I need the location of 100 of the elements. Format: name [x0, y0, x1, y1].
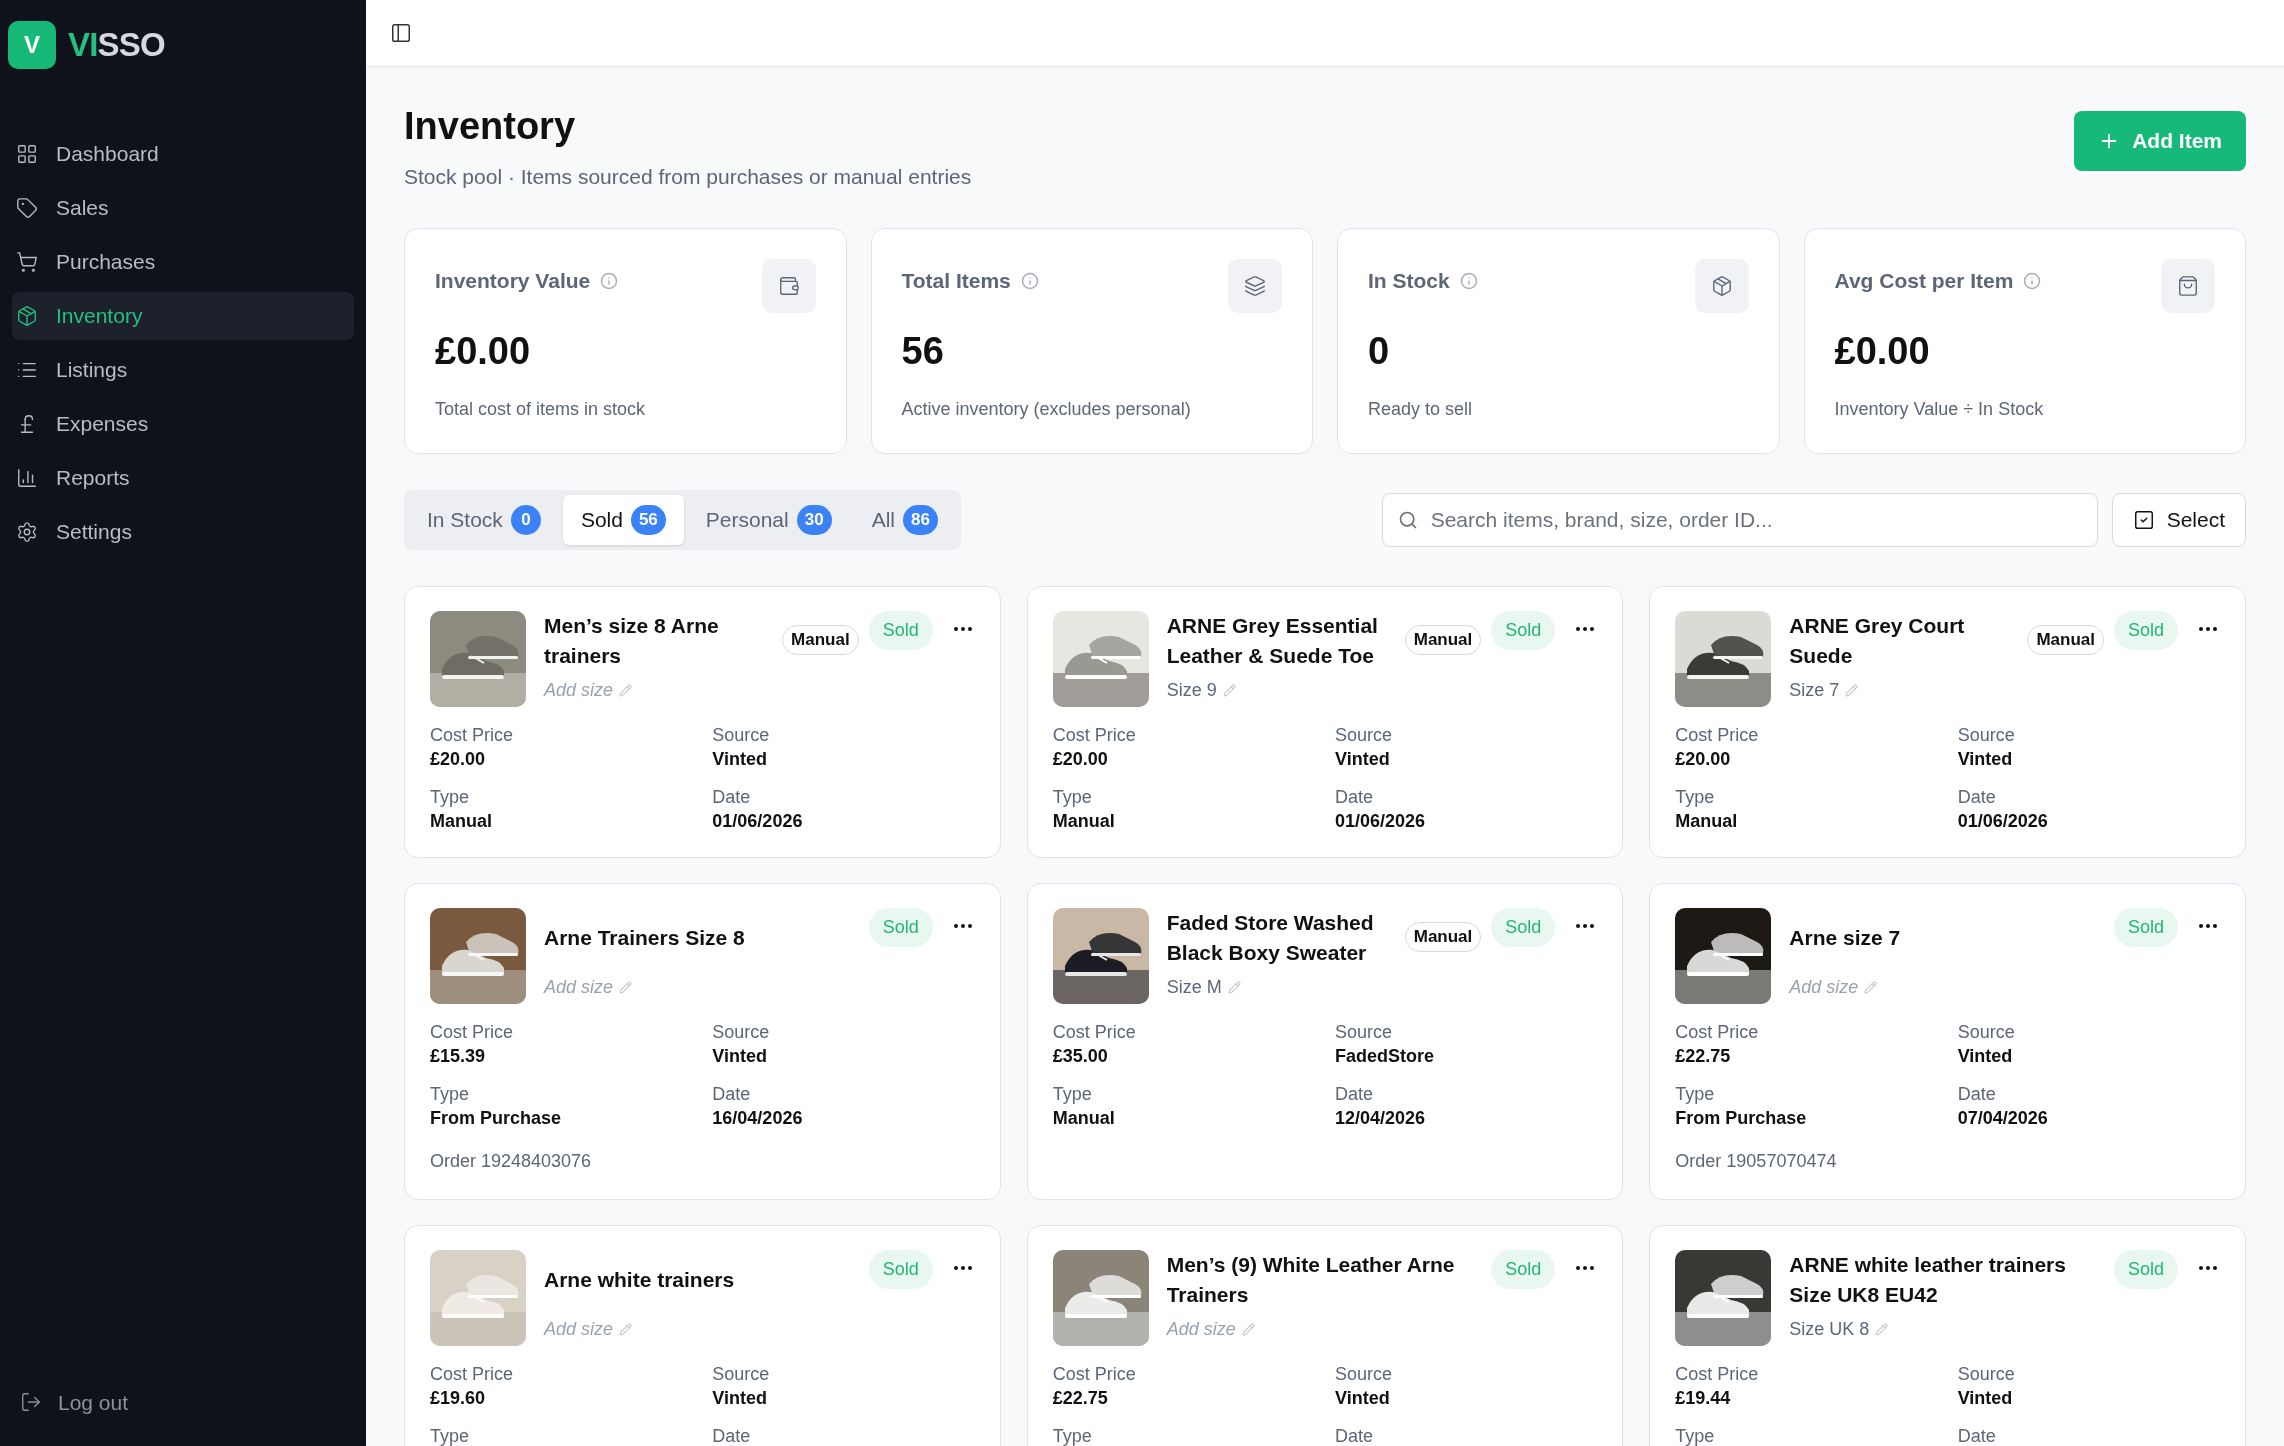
nav-item[interactable]: Reports: [12, 453, 354, 502]
filter-tab[interactable]: In Stock 0: [409, 495, 559, 545]
field-value: 12/04/2026: [1335, 1107, 1427, 1130]
status-pill: Sold: [1491, 611, 1556, 650]
stat-value: £0.00: [1834, 328, 1931, 374]
item-size[interactable]: Size M: [1166, 974, 1222, 1001]
field-value: 01/06/2026: [712, 810, 804, 833]
item-card[interactable]: Arne size 7 Add size Sold Cost Price £22.75 Source Vinted Type From Purchase Date 07/04/2026 Order 19057070474: [1649, 883, 2246, 1200]
filter-tab[interactable]: Sold 56: [562, 495, 684, 545]
checkbox-icon: [2132, 509, 2155, 531]
stat-label: Inventory Value: [435, 268, 591, 294]
field-label: Source: [1957, 724, 2016, 747]
field-label: Type: [430, 786, 471, 809]
field-value: Manual: [430, 810, 493, 833]
status-pill: Sold: [2113, 1250, 2178, 1289]
nav-item[interactable]: Purchases: [12, 237, 354, 286]
logo-text: VI: [68, 25, 98, 65]
status-pill: Sold: [2113, 611, 2178, 650]
field-label: Date: [712, 1425, 752, 1446]
field-label: Source: [1957, 1021, 2016, 1044]
item-card[interactable]: Men’s size 8 Arne trainers Add size Manual Sold Cost Price £20.00 Source Vinted Type Manual Date 01/06/2026: [404, 586, 1001, 858]
item-card[interactable]: Arne white trainers Add size Sold Cost Price £19.60 Source Vinted Type Date: [404, 1225, 1001, 1446]
field-value: FadedStore: [1335, 1045, 1435, 1068]
field-value: £19.44: [1675, 1387, 1732, 1410]
field-value: Vinted: [1335, 748, 1391, 771]
item-card[interactable]: Faded Store Washed Black Boxy Sweater Size M Manual Sold Cost Price £35.00 Source FadedStore Type Manual Date 12/04/2026: [1026, 883, 1624, 1200]
field-value: £20.00: [1675, 748, 1732, 771]
nav-item[interactable]: Expenses: [12, 399, 354, 448]
field-label: Cost Price: [430, 1021, 515, 1044]
item-title: ARNE Grey Court Suede: [1789, 613, 1966, 669]
field-label: Source: [1335, 1021, 1394, 1044]
bar-chart-icon: [16, 466, 38, 489]
search-icon: [1397, 510, 1418, 530]
item-card[interactable]: ARNE Grey Court Suede Size 7 Manual Sold Cost Price £20.00 Source Vinted Type Manual Date 01/06/2026: [1649, 586, 2246, 858]
wallet-icon: [777, 275, 800, 297]
logout-button[interactable]: Log out: [12, 1386, 354, 1418]
nav-item[interactable]: Sales: [12, 183, 354, 232]
item-title: Arne size 7: [1789, 925, 1901, 951]
field-value: Vinted: [712, 748, 768, 771]
field-value: 01/06/2026: [1335, 810, 1427, 833]
logo-text: SSO: [97, 25, 165, 65]
filter-tab[interactable]: Personal 30: [687, 495, 850, 545]
info-icon: [1459, 271, 1478, 290]
tag-icon: [16, 196, 38, 219]
field-value: 07/04/2026: [1957, 1107, 2049, 1130]
item-title: Men’s (9) White Leather Arne Trainers: [1166, 1252, 1456, 1308]
field-label: Type: [1052, 1425, 1093, 1446]
filter-tab[interactable]: All 86: [853, 495, 956, 545]
field-label: Date: [1957, 786, 1997, 809]
select-button[interactable]: Select: [2111, 493, 2246, 547]
field-label: Date: [1957, 1425, 1997, 1446]
field-label: Source: [1957, 1363, 2016, 1386]
field-label: Source: [1335, 1363, 1394, 1386]
search-field[interactable]: Search items, brand, size, order ID...: [1381, 493, 2098, 547]
logout-icon: [20, 1391, 42, 1414]
item-title: Arne white trainers: [544, 1267, 735, 1293]
item-card[interactable]: ARNE white leather trainers Size UK8 EU42 Size UK 8 Sold Cost Price £19.44 Source Vinted Type Date: [1649, 1225, 2246, 1446]
page-subtitle: Stock pool · Items sourced from purchases or manual entries: [404, 163, 972, 190]
nav-item[interactable]: Inventory: [12, 291, 354, 340]
nav-item[interactable]: Dashboard: [12, 129, 354, 178]
field-label: Type: [430, 1425, 471, 1446]
stat-caption: Active inventory (excludes personal): [901, 397, 1192, 421]
item-card[interactable]: Arne Trainers Size 8 Add size Sold Cost Price £15.39 Source Vinted Type From Purchase Date 16/04/2026 Order 19248403076: [404, 883, 1001, 1200]
field-label: Type: [430, 1083, 471, 1106]
status-pill: Sold: [868, 1250, 933, 1289]
layers-icon: [1244, 275, 1266, 297]
status-pill: Sold: [1491, 908, 1556, 947]
sidebar-toggle-icon[interactable]: [390, 22, 412, 44]
item-size[interactable]: Size UK 8: [1789, 1316, 1870, 1343]
item-size[interactable]: Size 7: [1789, 677, 1840, 704]
status-pill: Sold: [868, 611, 933, 650]
stat-value: £0.00: [435, 328, 532, 374]
field-value: £19.60: [430, 1387, 487, 1410]
field-value: From Purchase: [430, 1107, 563, 1130]
item-card[interactable]: Men’s (9) White Leather Arne Trainers Add size Sold Cost Price £22.75 Source Vinted Type Date: [1026, 1225, 1624, 1446]
status-pill: Sold: [2113, 908, 2178, 947]
grid-icon: [16, 142, 38, 165]
field-label: Source: [1335, 724, 1394, 747]
item-size[interactable]: Size 9: [1166, 677, 1217, 704]
field-value: From Purchase: [1675, 1107, 1808, 1130]
item-title: Men’s size 8 Arne trainers: [544, 613, 720, 669]
field-value: Manual: [1052, 1107, 1116, 1130]
field-label: Cost Price: [1052, 1363, 1137, 1386]
field-label: Cost Price: [1052, 1021, 1137, 1044]
nav-item[interactable]: Listings: [12, 345, 354, 394]
count-badge: 56: [630, 505, 666, 535]
field-value: Vinted: [712, 1045, 768, 1068]
field-value: Vinted: [1335, 1387, 1391, 1410]
item-card[interactable]: ARNE Grey Essential Leather & Suede Toe Size 9 Manual Sold Cost Price £20.00 Source Vinted Type Manual Date 01/06/2026: [1026, 586, 1624, 858]
nav-item[interactable]: Settings: [12, 507, 354, 556]
count-badge: 0: [510, 505, 541, 535]
field-label: Cost Price: [1675, 724, 1760, 747]
info-icon: [2023, 271, 2042, 290]
field-value: Vinted: [712, 1387, 768, 1410]
item-title: Faded Store Washed Black Boxy Sweater: [1166, 910, 1375, 966]
field-label: Cost Price: [1052, 724, 1137, 747]
count-badge: 30: [796, 505, 832, 535]
order-number: Order 19057070474: [1675, 1150, 1838, 1173]
field-value: Vinted: [1957, 1387, 2014, 1410]
bag-icon: [2177, 275, 2199, 297]
